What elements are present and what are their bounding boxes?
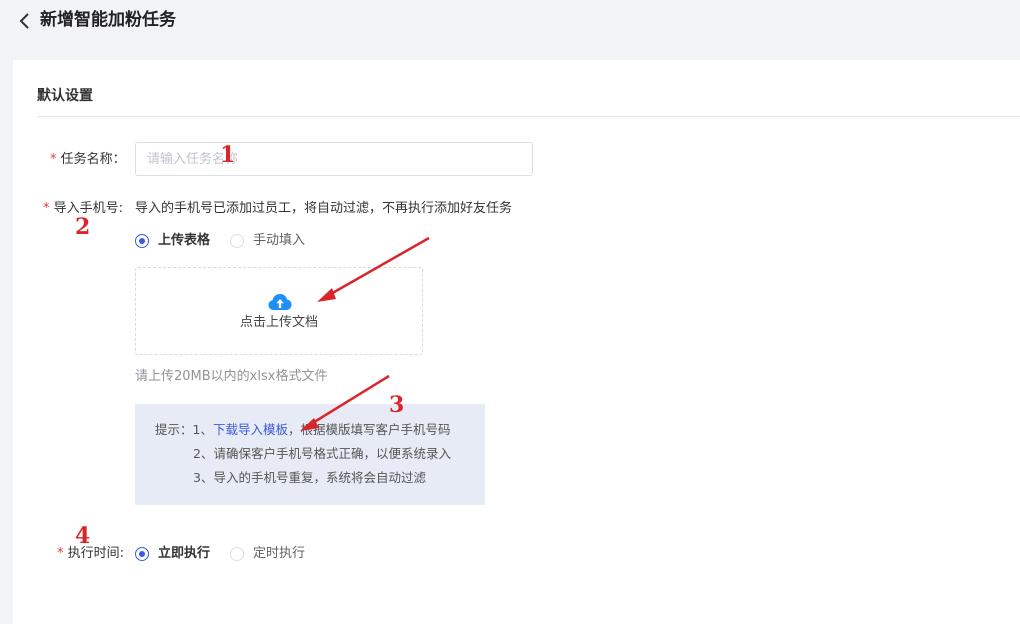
task-name-label-text: 任务名称： — [60, 152, 126, 167]
radio-manual-input[interactable]: 手动填入 — [230, 232, 305, 250]
annotation-3: 3 — [389, 392, 405, 418]
radio-run-now[interactable]: 立即执行 — [135, 545, 210, 563]
tip-line-3: 3、导入的手机号重复，系统将会自动过滤 — [193, 470, 426, 485]
task-name-input[interactable] — [135, 142, 533, 176]
upload-dropzone[interactable]: 点击上传文档 — [135, 267, 423, 355]
required-mark: * — [57, 546, 64, 561]
exec-time-label: * 执行时间: — [57, 545, 124, 563]
settings-card: 默认设置 * 任务名称： * 导入手机号: 导入的手机号已添加过员工，将自动过滤… — [13, 60, 1020, 624]
tip-line-2: 2、请确保客户手机号格式正确，以便系统录入 — [193, 446, 451, 461]
upload-label: 点击上传文档 — [239, 315, 318, 330]
import-phone-hint: 导入的手机号已添加过员工，将自动过滤，不再执行添加好友任务 — [135, 201, 513, 216]
tip-line-1: 提示：1、下载导入模板，根据模版填写客户手机号码 — [155, 421, 450, 439]
tip-prefix: 提示：1、 — [155, 422, 213, 437]
required-mark: * — [50, 152, 57, 167]
annotation-4: 4 — [75, 523, 91, 549]
page-header: 新增智能加粉任务 — [0, 0, 1020, 58]
annotation-2: 2 — [75, 214, 91, 240]
page-title: 新增智能加粉任务 — [40, 10, 176, 30]
radio-scheduled[interactable]: 定时执行 — [230, 545, 305, 563]
radio-checked-icon — [135, 547, 149, 561]
annotation-1: 1 — [220, 142, 236, 168]
section-divider — [37, 116, 1020, 117]
radio-unchecked-icon — [230, 234, 244, 248]
radio-scheduled-label: 定时执行 — [253, 546, 306, 561]
radio-checked-icon — [135, 234, 149, 248]
radio-unchecked-icon — [230, 547, 244, 561]
cloud-upload-icon — [268, 294, 292, 310]
back-arrow-icon[interactable] — [19, 12, 31, 30]
tips-box: 提示：1、下载导入模板，根据模版填写客户手机号码 2、请确保客户手机号格式正确，… — [135, 404, 485, 505]
download-template-link[interactable]: 下载导入模板 — [213, 422, 288, 437]
required-mark: * — [43, 201, 50, 216]
file-size-tip: 请上传20MB以内的xlsx格式文件 — [135, 369, 328, 384]
tip-line-1-rest: ，根据模版填写客户手机号码 — [287, 422, 451, 437]
section-title: 默认设置 — [37, 88, 93, 104]
task-name-label: * 任务名称： — [50, 151, 126, 169]
radio-upload-sheet[interactable]: 上传表格 — [135, 232, 210, 250]
radio-upload-sheet-label: 上传表格 — [158, 233, 211, 248]
radio-run-now-label: 立即执行 — [158, 546, 211, 561]
radio-manual-input-label: 手动填入 — [253, 233, 306, 248]
